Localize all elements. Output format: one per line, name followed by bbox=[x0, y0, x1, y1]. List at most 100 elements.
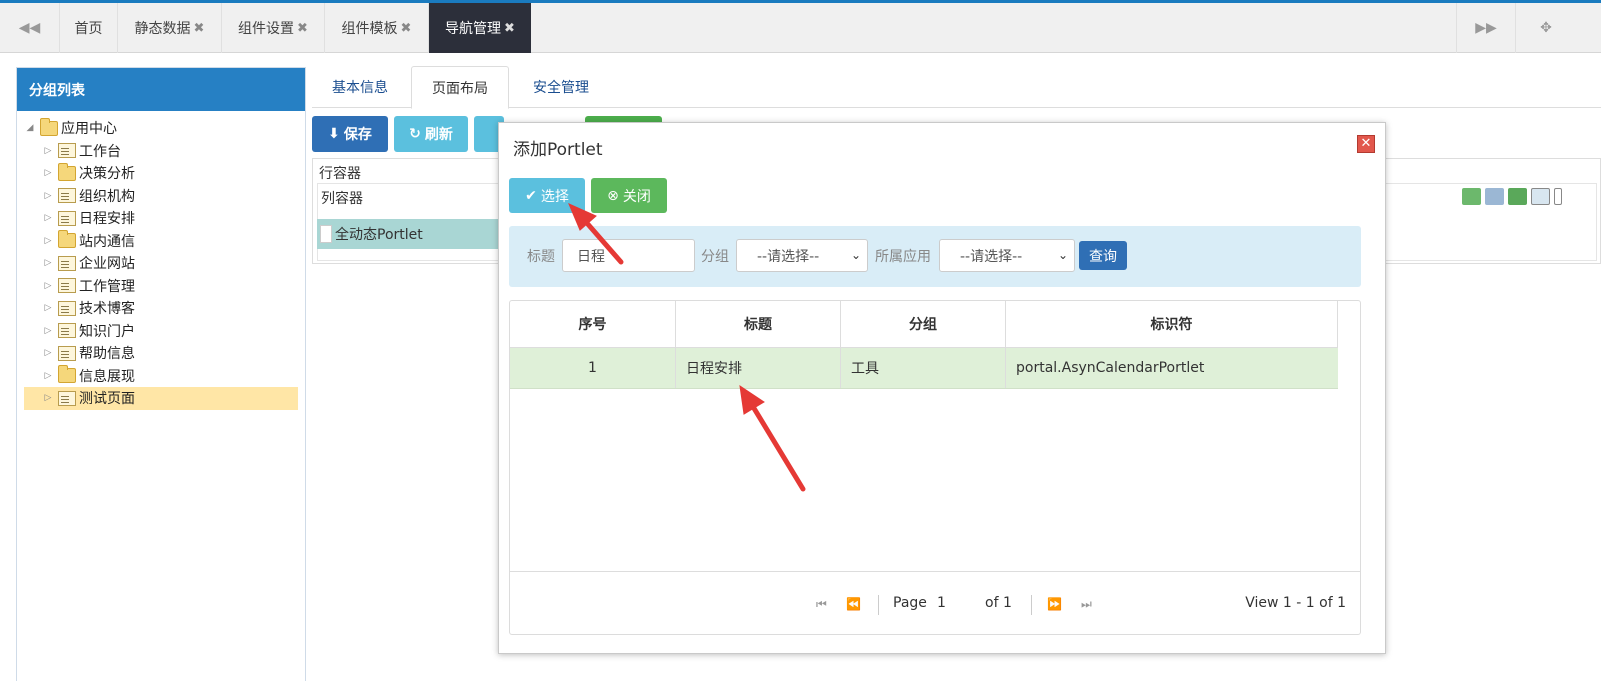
table-row[interactable]: 1 日程安排 工具 portal.AsynCalendarPortlet bbox=[510, 348, 1338, 389]
portlet-item[interactable]: 全动态Portlet bbox=[317, 219, 503, 249]
tree-node[interactable]: ▷ 企业网站 bbox=[24, 252, 298, 275]
page-input[interactable]: 1 bbox=[937, 595, 977, 611]
collapse-icon[interactable]: ▷ bbox=[42, 281, 54, 291]
tree-node-label: 工作管理 bbox=[79, 278, 135, 295]
tree-node-label: 决策分析 bbox=[79, 166, 135, 183]
group-filter-label: 分组 bbox=[701, 249, 729, 265]
split-icon[interactable] bbox=[1508, 188, 1527, 205]
tree-node[interactable]: ▷ 站内通信 bbox=[24, 230, 298, 253]
tabs-prev-icon[interactable]: ◀◀ bbox=[0, 3, 60, 53]
collapse-icon[interactable]: ▷ bbox=[42, 303, 54, 313]
cell-index: 1 bbox=[510, 348, 676, 388]
tab-component-settings[interactable]: 组件设置 ✖ bbox=[222, 3, 325, 53]
tab-home[interactable]: 首页 bbox=[60, 3, 118, 53]
tree-node-root[interactable]: ◢ 应用中心 bbox=[24, 117, 298, 140]
next-page-icon[interactable]: ⏩ bbox=[1047, 597, 1062, 611]
document-icon bbox=[58, 323, 76, 339]
tree-node[interactable]: ▷ 组织机构 bbox=[24, 185, 298, 208]
tree-node[interactable]: ▷ 信息展现 bbox=[24, 365, 298, 388]
tab-component-template[interactable]: 组件模板 ✖ bbox=[325, 3, 429, 53]
close-icon[interactable]: ✖ bbox=[297, 21, 308, 36]
close-circle-icon: ⊗ bbox=[607, 187, 619, 204]
save-label: 保存 bbox=[343, 127, 372, 143]
document-icon bbox=[58, 300, 76, 316]
cell-title: 日程安排 bbox=[676, 348, 841, 388]
close-icon[interactable]: ✖ bbox=[194, 21, 205, 36]
query-button[interactable]: 查询 bbox=[1079, 241, 1127, 270]
tab-nav-management[interactable]: 导航管理 ✖ bbox=[429, 3, 531, 53]
prev-page-icon[interactable]: ⏪ bbox=[846, 597, 861, 611]
tree-node[interactable]: ▷ 日程安排 bbox=[24, 207, 298, 230]
chevron-down-icon: ⌄ bbox=[1057, 248, 1068, 262]
tab-label: 组件模板 bbox=[341, 21, 398, 37]
group-filter-select[interactable]: --请选择-- ⌄ bbox=[736, 239, 868, 272]
tree-node-selected[interactable]: ▷ 测试页面 bbox=[24, 387, 298, 410]
top-tab-bar: ◀◀ 首页 静态数据 ✖ 组件设置 ✖ 组件模板 ✖ 导航管理 ✖ ▶▶ ✥ bbox=[0, 0, 1601, 53]
tab-basic-info[interactable]: 基本信息 bbox=[312, 66, 408, 108]
tree-node[interactable]: ▷ 帮助信息 bbox=[24, 342, 298, 365]
folder-icon bbox=[58, 162, 76, 181]
tabs-next-icon[interactable]: ▶▶ bbox=[1456, 3, 1516, 53]
refresh-button[interactable]: ↻ 刷新 bbox=[394, 116, 468, 152]
tab-page-layout[interactable]: 页面布局 bbox=[411, 66, 509, 109]
group-tree: ◢ 应用中心 ▷ 工作台 ▷ 决策分析 ▷ 组织机构 ▷ 日程安排 ▷ 站内通信 ▷ 企业网… bbox=[24, 117, 298, 410]
close-label: 关闭 bbox=[622, 188, 651, 205]
more-icon[interactable] bbox=[1554, 188, 1562, 205]
select-button[interactable]: ✔ 选择 bbox=[509, 178, 585, 213]
column-header[interactable]: 序号 bbox=[510, 301, 676, 347]
layout-actions bbox=[1462, 188, 1562, 205]
collapse-icon[interactable]: ▷ bbox=[42, 236, 54, 246]
tab-label: 静态数据 bbox=[134, 21, 191, 37]
tree-node[interactable]: ▷ 工作台 bbox=[24, 140, 298, 163]
add-portlet-icon[interactable] bbox=[1531, 188, 1550, 205]
document-icon bbox=[58, 390, 76, 406]
last-page-icon[interactable]: ⏭ bbox=[1081, 597, 1092, 612]
column-header[interactable]: 标识符 bbox=[1006, 301, 1338, 347]
title-filter-label: 标题 bbox=[527, 249, 555, 265]
portlet-grid: 序号 标题 分组 标识符 1 日程安排 工具 portal.AsynCalend… bbox=[509, 300, 1361, 635]
grid-divider bbox=[510, 571, 1360, 572]
app-filter-select[interactable]: --请选择-- ⌄ bbox=[939, 239, 1075, 272]
collapse-icon[interactable]: ▷ bbox=[42, 213, 54, 223]
expand-icon[interactable]: ◢ bbox=[24, 123, 36, 133]
collapse-icon[interactable]: ▷ bbox=[42, 393, 54, 403]
collapse-icon[interactable]: ▷ bbox=[42, 326, 54, 336]
tree-node-label: 帮助信息 bbox=[79, 346, 135, 363]
view-summary: View 1 - 1 of 1 bbox=[1245, 595, 1346, 611]
panel-title: 分组列表 bbox=[17, 68, 305, 111]
close-button[interactable]: ⊗ 关闭 bbox=[591, 178, 667, 213]
collapse-icon[interactable]: ▷ bbox=[42, 371, 54, 381]
fullscreen-icon[interactable]: ✥ bbox=[1516, 3, 1576, 53]
page-label: Page bbox=[893, 595, 927, 611]
collapse-icon[interactable]: ▷ bbox=[42, 258, 54, 268]
tree-node[interactable]: ▷ 知识门户 bbox=[24, 320, 298, 343]
add-column-icon[interactable] bbox=[1485, 188, 1504, 205]
add-row-icon[interactable] bbox=[1462, 188, 1481, 205]
portlet-label: 全动态Portlet bbox=[335, 227, 423, 243]
first-page-icon[interactable]: ⏮ bbox=[816, 597, 827, 612]
tree-node[interactable]: ▷ 决策分析 bbox=[24, 162, 298, 185]
pager: ⏮ ⏪ Page 1 of 1 ⏩ ⏭ View 1 - 1 of 1 bbox=[510, 593, 1360, 619]
close-icon[interactable]: ✖ bbox=[401, 21, 412, 36]
download-icon: ⬇ bbox=[328, 126, 340, 142]
close-icon[interactable]: ✕ bbox=[1357, 135, 1375, 153]
close-icon[interactable]: ✖ bbox=[504, 21, 515, 36]
collapse-icon[interactable]: ▷ bbox=[42, 348, 54, 358]
collapse-icon[interactable]: ▷ bbox=[42, 168, 54, 178]
tab-static-data[interactable]: 静态数据 ✖ bbox=[118, 3, 222, 53]
column-header[interactable]: 标题 bbox=[676, 301, 841, 347]
tree-node-label: 组织机构 bbox=[79, 188, 135, 205]
save-button[interactable]: ⬇ 保存 bbox=[312, 116, 388, 152]
divider bbox=[878, 595, 879, 615]
tab-security[interactable]: 安全管理 bbox=[512, 66, 610, 108]
cell-identifier: portal.AsynCalendarPortlet bbox=[1016, 360, 1205, 376]
column-header[interactable]: 分组 bbox=[841, 301, 1006, 347]
document-icon bbox=[58, 210, 76, 226]
collapse-icon[interactable]: ▷ bbox=[42, 146, 54, 156]
collapse-icon[interactable]: ▷ bbox=[42, 191, 54, 201]
title-filter-input[interactable]: 日程 bbox=[562, 239, 695, 272]
document-icon bbox=[58, 278, 76, 294]
folder-icon bbox=[40, 117, 58, 136]
tree-node[interactable]: ▷ 工作管理 bbox=[24, 275, 298, 298]
tree-node[interactable]: ▷ 技术博客 bbox=[24, 297, 298, 320]
